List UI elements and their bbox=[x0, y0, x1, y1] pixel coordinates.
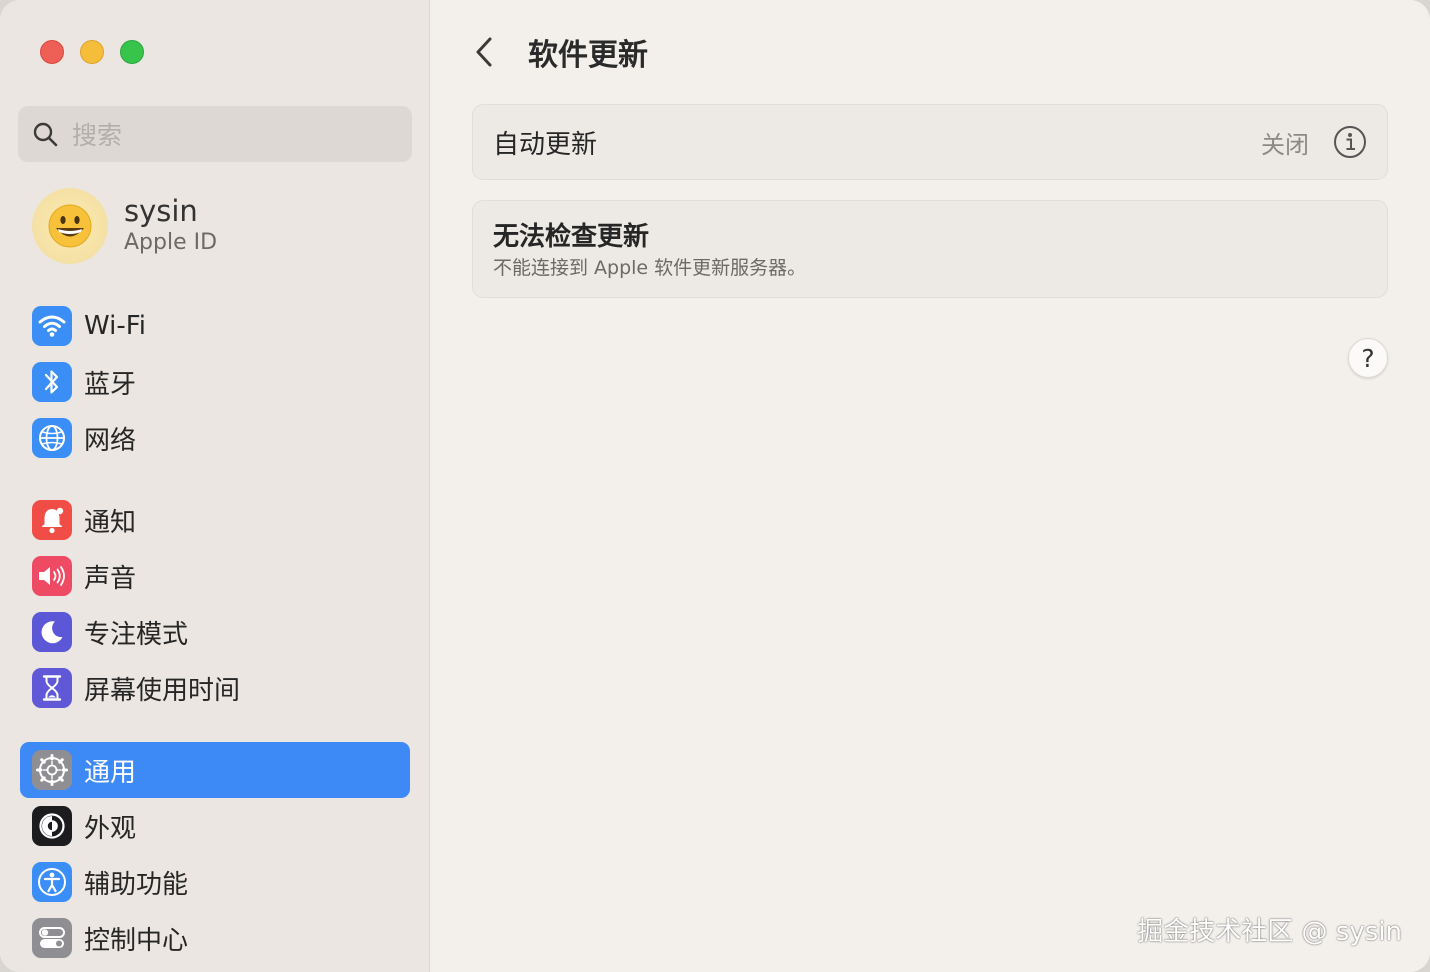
zoom-window-button[interactable] bbox=[120, 40, 144, 64]
sidebar-item-wifi[interactable]: Wi-Fi bbox=[20, 298, 410, 354]
sidebar-item-label: 外观 bbox=[84, 813, 137, 844]
accessibility-icon bbox=[32, 862, 72, 902]
bluetooth-icon bbox=[32, 362, 72, 402]
sidebar: 搜索 sysin Apple ID Wi-Fi 蓝牙 网络 通知 声音 专注模式… bbox=[0, 0, 430, 972]
moon-icon bbox=[32, 612, 72, 652]
sidebar-item-network[interactable]: 网络 bbox=[20, 410, 410, 466]
apple-id-account[interactable]: sysin Apple ID bbox=[32, 188, 217, 264]
minimize-window-button[interactable] bbox=[80, 40, 104, 64]
automatic-updates-row: 自动更新 关闭 bbox=[472, 104, 1388, 180]
avatar bbox=[32, 188, 108, 264]
sidebar-item-label: 通知 bbox=[84, 507, 137, 538]
globe-icon bbox=[32, 418, 72, 458]
window-controls bbox=[40, 40, 144, 64]
sidebar-item-general[interactable]: 通用 bbox=[20, 742, 410, 798]
search-placeholder: 搜索 bbox=[72, 121, 123, 150]
control-center-icon bbox=[32, 918, 72, 958]
sidebar-item-label: Wi-Fi bbox=[84, 311, 147, 341]
sidebar-item-label: 辅助功能 bbox=[84, 869, 189, 900]
error-description: 不能连接到 Apple 软件更新服务器。 bbox=[493, 257, 807, 279]
sidebar-item-accessibility[interactable]: 辅助功能 bbox=[20, 854, 410, 910]
sidebar-item-appearance[interactable]: 外观 bbox=[20, 798, 410, 854]
wifi-icon bbox=[32, 306, 72, 346]
sidebar-item-bluetooth[interactable]: 蓝牙 bbox=[20, 354, 410, 410]
hourglass-icon bbox=[32, 668, 72, 708]
error-title: 无法检查更新 bbox=[493, 222, 650, 252]
sidebar-item-screen-time[interactable]: 屏幕使用时间 bbox=[20, 660, 410, 716]
sidebar-item-label: 控制中心 bbox=[84, 925, 189, 956]
search-icon bbox=[33, 122, 58, 147]
grinning-face-icon bbox=[48, 204, 92, 248]
account-name: sysin bbox=[124, 194, 198, 228]
watermark: 掘金技术社区 @ sysin bbox=[1137, 917, 1402, 947]
bell-icon bbox=[32, 500, 72, 540]
sidebar-item-notifications[interactable]: 通知 bbox=[20, 492, 410, 548]
sidebar-item-label: 通用 bbox=[84, 757, 137, 788]
main-content: 软件更新 自动更新 关闭 无法检查更新 不能连接到 Apple 软件更新服务器。… bbox=[430, 0, 1430, 972]
sidebar-item-label: 声音 bbox=[84, 563, 137, 594]
close-window-button[interactable] bbox=[40, 40, 64, 64]
appearance-icon bbox=[32, 806, 72, 846]
sidebar-group-personal: 通知 声音 专注模式 屏幕使用时间 bbox=[20, 492, 410, 716]
sidebar-item-label: 屏幕使用时间 bbox=[84, 675, 241, 706]
sidebar-group-network: Wi-Fi 蓝牙 网络 bbox=[20, 298, 410, 466]
page-title: 软件更新 bbox=[528, 38, 648, 73]
update-error-card: 无法检查更新 不能连接到 Apple 软件更新服务器。 bbox=[472, 200, 1388, 298]
help-button[interactable]: ? bbox=[1348, 338, 1388, 378]
speaker-icon bbox=[32, 556, 72, 596]
sidebar-item-sound[interactable]: 声音 bbox=[20, 548, 410, 604]
settings-window: 搜索 sysin Apple ID Wi-Fi 蓝牙 网络 通知 声音 专注模式… bbox=[0, 0, 1430, 972]
gear-icon bbox=[32, 750, 72, 790]
sidebar-item-label: 网络 bbox=[84, 425, 137, 456]
automatic-updates-value: 关闭 bbox=[1261, 130, 1309, 159]
back-chevron-icon[interactable] bbox=[470, 34, 500, 70]
sidebar-group-system: 通用 外观 辅助功能 控制中心 bbox=[20, 742, 410, 966]
info-icon[interactable] bbox=[1333, 125, 1367, 159]
account-subtitle: Apple ID bbox=[124, 230, 218, 255]
search-field[interactable]: 搜索 bbox=[18, 106, 412, 162]
sidebar-item-control-center[interactable]: 控制中心 bbox=[20, 910, 410, 966]
sidebar-item-label: 专注模式 bbox=[84, 619, 189, 650]
sidebar-item-label: 蓝牙 bbox=[84, 369, 137, 400]
automatic-updates-label: 自动更新 bbox=[493, 129, 598, 160]
sidebar-item-focus[interactable]: 专注模式 bbox=[20, 604, 410, 660]
